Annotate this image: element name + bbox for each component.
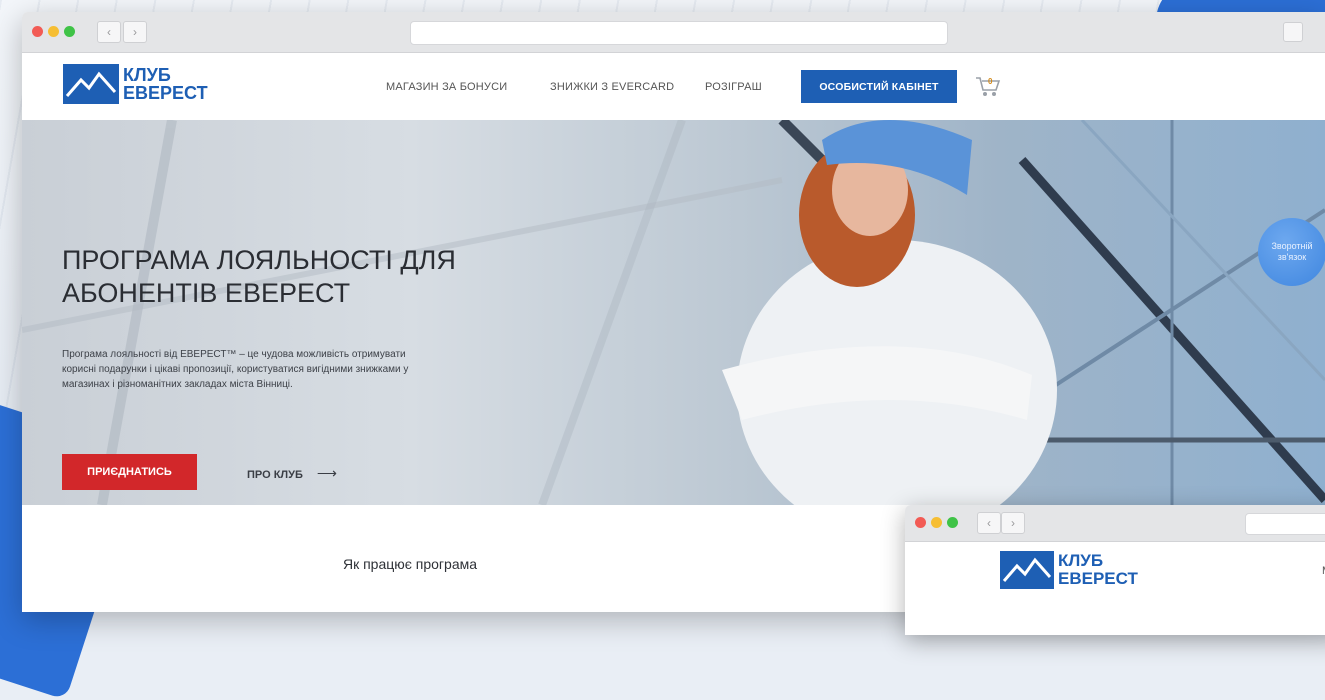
maximize-window-button[interactable] [947, 517, 958, 528]
back-button[interactable]: ‹ [97, 21, 121, 43]
cart-icon[interactable]: 0 [975, 75, 1001, 99]
nav-discounts-link[interactable]: ЗНИЖКИ З EVERCARD [550, 81, 674, 93]
minimize-window-button[interactable] [48, 26, 59, 37]
back-button[interactable]: ‹ [977, 512, 1001, 534]
address-bar[interactable] [1245, 513, 1325, 535]
hero-background-image [22, 120, 1325, 505]
join-button[interactable]: ПРИЄДНАТИСЬ [62, 454, 197, 490]
cart-count: 0 [988, 77, 993, 86]
about-club-label: ПРО КЛУБ [247, 469, 303, 481]
browser-titlebar: ‹ › [22, 12, 1325, 53]
forward-button[interactable]: › [123, 21, 147, 43]
address-bar[interactable] [410, 21, 948, 45]
personal-cabinet-button[interactable]: ОСОБИСТИЙ КАБІНЕТ [801, 70, 957, 103]
club-logo[interactable]: КЛУБ ЕВЕРЕСТ [1000, 551, 1138, 589]
logo-text: КЛУБ ЕВЕРЕСТ [1058, 552, 1138, 588]
feedback-button[interactable]: Зворотній зв'язок [1258, 218, 1325, 286]
share-icon[interactable] [1283, 22, 1303, 42]
logo-line2: ЕВЕРЕСТ [1058, 569, 1138, 588]
arrow-right-icon: ⟶ [316, 465, 337, 481]
browser-titlebar: ‹ › [905, 505, 1325, 542]
about-club-link[interactable]: ПРО КЛУБ ⟶ [247, 465, 337, 482]
hero-description: Програма лояльності від ЕВЕРЕСТ™ – це чу… [62, 349, 409, 390]
maximize-window-button[interactable] [64, 26, 75, 37]
logo-text: КЛУБ ЕВЕРЕСТ [123, 66, 208, 102]
hero-title: ПРОГРАМА ЛОЯЛЬНОСТІ ДЛЯ АБОНЕНТІВ ЕВЕРЕС… [62, 245, 456, 308]
club-logo[interactable]: КЛУБ ЕВЕРЕСТ [63, 64, 208, 104]
logo-line1: КЛУБ [123, 65, 171, 85]
minimize-window-button[interactable] [931, 517, 942, 528]
close-window-button[interactable] [915, 517, 926, 528]
forward-button[interactable]: › [1001, 512, 1025, 534]
section-title: Як працює програма [342, 556, 478, 572]
nav-shop-link[interactable]: МАГАЗИН ЗА БОНУСИ [386, 81, 507, 93]
mountain-logo-icon [63, 64, 119, 104]
secondary-browser-window: ‹ › КЛУБ ЕВЕРЕСТ М [905, 505, 1325, 635]
logo-line2: ЕВЕРЕСТ [123, 83, 208, 103]
mountain-logo-icon [1000, 551, 1054, 589]
logo-line1: КЛУБ [1058, 551, 1104, 570]
hero-banner: ПРОГРАМА ЛОЯЛЬНОСТІ ДЛЯ АБОНЕНТІВ ЕВЕРЕС… [22, 120, 1325, 505]
nav-draws-link[interactable]: РОЗІГРАШ [705, 81, 762, 93]
site-header: КЛУБ ЕВЕРЕСТ МАГАЗИН ЗА БОНУСИ ЗНИЖКИ З … [22, 53, 1325, 121]
close-window-button[interactable] [32, 26, 43, 37]
